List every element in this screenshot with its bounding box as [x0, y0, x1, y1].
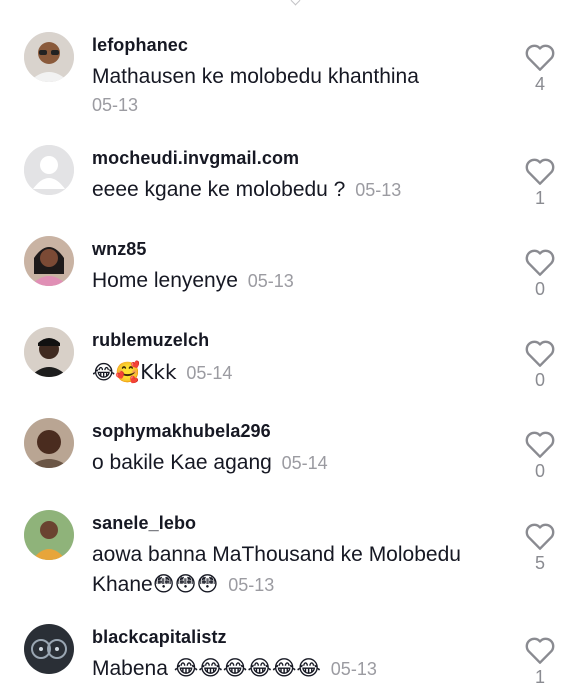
comment-body: eeee kgane ke molobedu ?	[92, 178, 346, 201]
comment-date: 05-13	[228, 575, 275, 595]
like-button[interactable]: 1	[522, 156, 558, 209]
username[interactable]: mocheudi.invgmail.com	[92, 148, 299, 169]
like-count: 0	[534, 279, 545, 299]
comment-text: eeee kgane ke molobedu ? 05-13	[92, 175, 492, 205]
chevron-down-icon	[290, 0, 301, 6]
comment-text: o bakile Kae agang 05-14	[92, 448, 492, 478]
comment-date: 05-14	[186, 363, 233, 383]
heart-outline-icon	[525, 523, 555, 550]
comment-date: 05-13	[355, 180, 402, 200]
username[interactable]: sophymakhubela296	[92, 421, 271, 442]
heart-outline-icon	[525, 431, 555, 458]
like-count: 0	[534, 370, 545, 390]
comment-text: Mabena 😂😂😂😂😂😂 05-13	[92, 654, 492, 684]
comment-date: 05-13	[247, 271, 294, 291]
avatar[interactable]	[24, 145, 74, 195]
like-button[interactable]: 4	[522, 42, 558, 95]
comment-text: 😂🥰Kkk 05-14	[92, 357, 492, 388]
avatar[interactable]	[24, 624, 74, 674]
like-button[interactable]: 0	[522, 247, 558, 300]
comment-body: 😂🥰Kkk	[92, 360, 177, 384]
comment-body: o bakile Kae agang	[92, 451, 272, 474]
comment-date: 05-13	[330, 659, 377, 679]
username[interactable]: blackcapitalistz	[92, 627, 227, 648]
comment-date: 05-13	[92, 95, 139, 115]
comment-body: Mathausen ke molobedu khanthina	[92, 65, 419, 88]
like-count: 1	[534, 667, 545, 687]
comment-text: Mathausen ke molobedu khanthina 05-13	[92, 62, 492, 118]
heart-outline-icon	[525, 44, 555, 71]
comment-body: Home lenyenye	[92, 269, 238, 292]
like-button[interactable]: 0	[522, 429, 558, 482]
username[interactable]: sanele_lebo	[92, 513, 196, 534]
username[interactable]: rublemuzelch	[92, 330, 209, 351]
avatar[interactable]	[24, 236, 74, 286]
avatar[interactable]	[24, 327, 74, 377]
comment-body: aowa banna MaThousand ke Molobedu Khane😳…	[92, 543, 461, 596]
like-button[interactable]: 0	[522, 338, 558, 391]
like-count: 5	[534, 553, 545, 573]
username[interactable]: wnz85	[92, 239, 147, 260]
heart-outline-icon	[525, 249, 555, 276]
comment-text: Home lenyenye 05-13	[92, 266, 492, 296]
like-button[interactable]: 1	[522, 635, 558, 688]
like-button[interactable]: 5	[522, 521, 558, 574]
like-count: 0	[534, 461, 545, 481]
heart-outline-icon	[525, 340, 555, 367]
comment-body: Mabena 😂😂😂😂😂😂	[92, 657, 321, 680]
avatar[interactable]	[24, 510, 74, 560]
comment-date: 05-14	[281, 453, 328, 473]
avatar[interactable]	[24, 32, 74, 82]
username[interactable]: lefophanec	[92, 35, 188, 56]
like-count: 1	[534, 188, 545, 208]
avatar[interactable]	[24, 418, 74, 468]
comment-text: aowa banna MaThousand ke Molobedu Khane😳…	[92, 540, 492, 600]
heart-outline-icon	[525, 158, 555, 185]
heart-outline-icon	[525, 637, 555, 664]
like-count: 4	[534, 74, 545, 94]
